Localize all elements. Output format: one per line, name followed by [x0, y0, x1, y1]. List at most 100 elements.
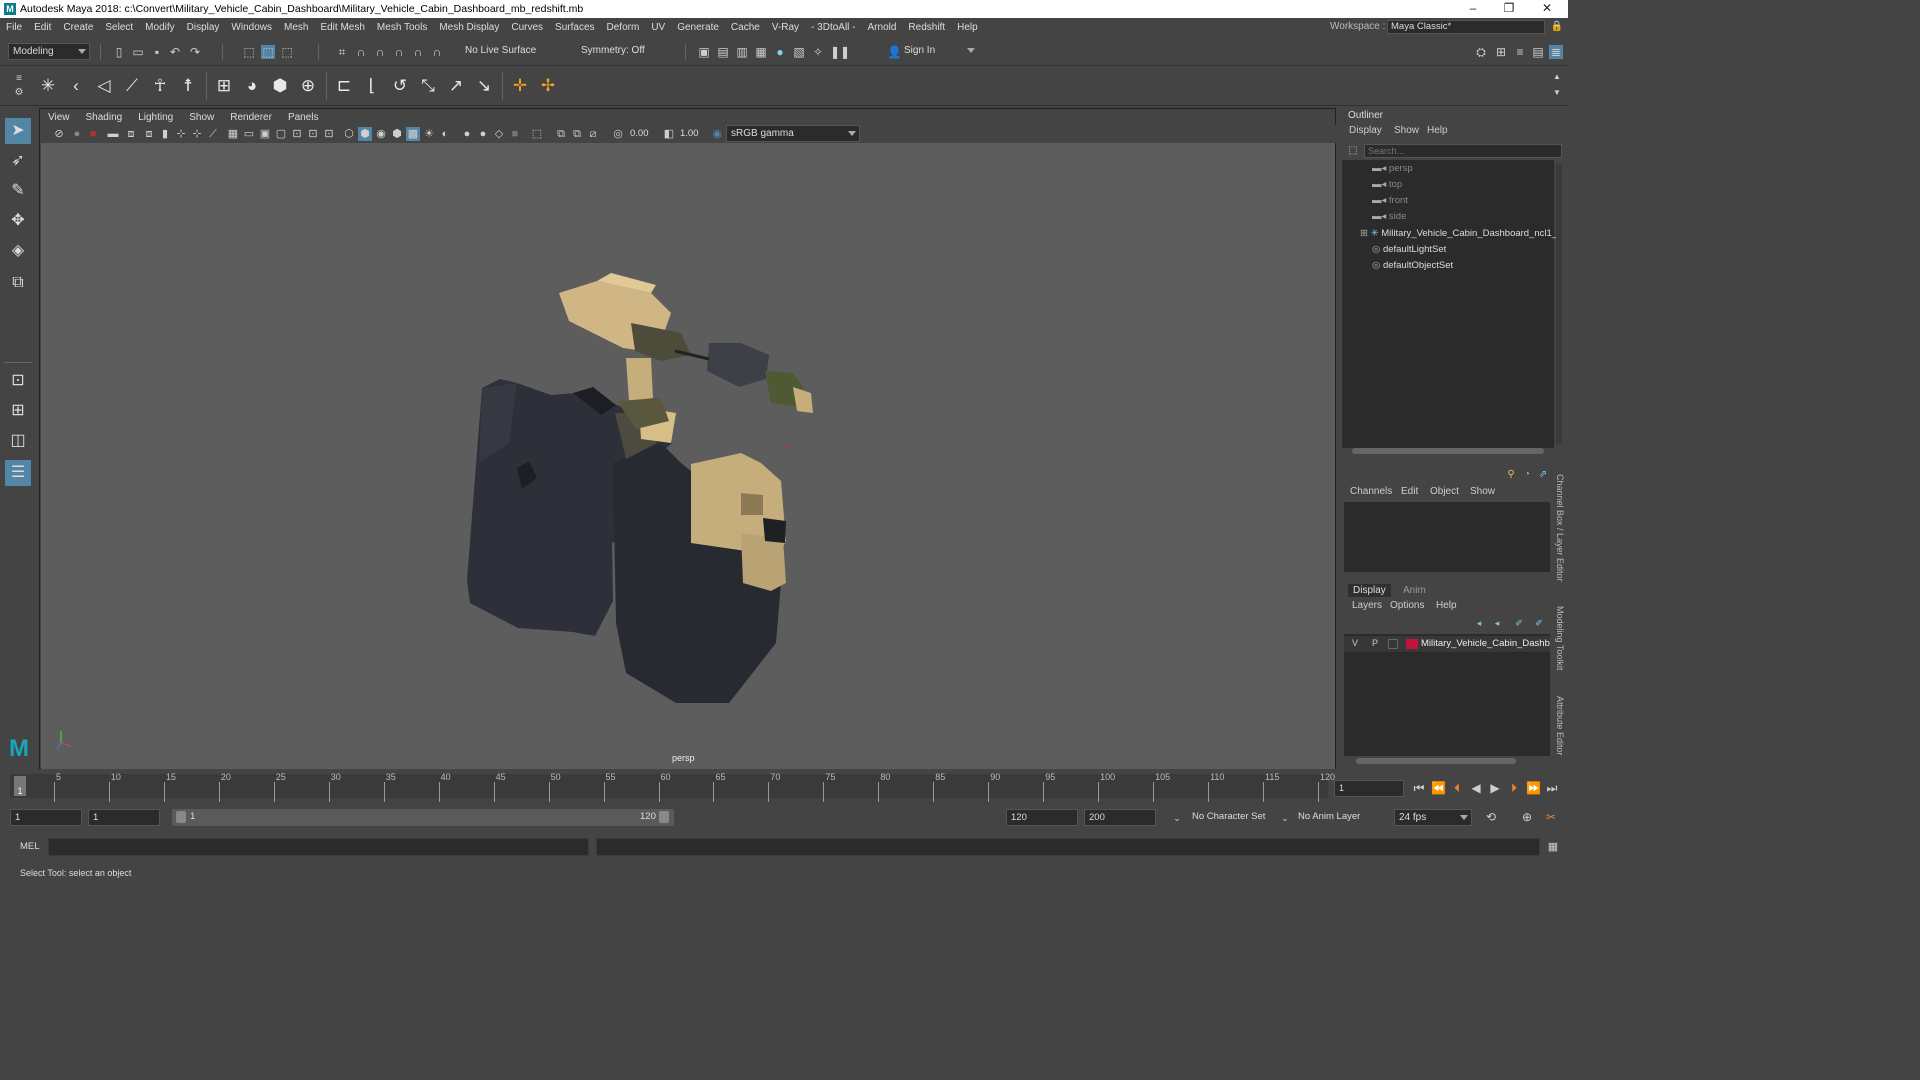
panel-menu-show[interactable]: Show [181, 112, 222, 123]
range-end-handle[interactable] [659, 811, 669, 823]
symmetry-dropdown[interactable]: Symmetry: Off [577, 43, 655, 60]
3d-viewport[interactable]: persp [41, 143, 1335, 769]
character-set-arrow-icon[interactable]: ⌄ [1170, 811, 1184, 825]
time-slider[interactable]: 5 10 15 20 25 30 35 40 45 50 55 60 65 70 75 80 85 90 95 100… [0, 770, 1568, 802]
lock-icon[interactable]: 🔒 [1550, 20, 1564, 34]
humanik-icon[interactable]: ☥ [148, 74, 172, 98]
menu-select[interactable]: Select [99, 22, 139, 33]
anim-layer-arrow-icon[interactable]: ⌄ [1278, 811, 1292, 825]
field-chart-icon[interactable]: ▭ [242, 127, 256, 141]
move-tool-icon[interactable]: ✥ [5, 208, 31, 234]
undo-icon[interactable]: ↶ [168, 45, 182, 59]
expand-icon[interactable]: ⊞ [1360, 228, 1368, 239]
depth-of-field-icon[interactable]: ◇ [492, 127, 506, 141]
outliner-item-dashboard[interactable]: ⊞ ✳ Military_Vehicle_Cabin_Dashboard_ncl… [1360, 227, 1557, 241]
outliner-item-default-light-set[interactable]: ◎ defaultLightSet [1372, 243, 1446, 257]
layer-tab-display[interactable]: Display [1348, 584, 1391, 597]
menu-cache[interactable]: Cache [725, 22, 766, 33]
panel-menu-view[interactable]: View [40, 112, 78, 123]
camera-attributes-icon[interactable]: ■ [86, 127, 100, 141]
constraint-parent-icon[interactable]: ⊏ [332, 74, 356, 98]
wireframe-icon[interactable]: ⬡ [342, 127, 356, 141]
shelf-scroll-down-icon[interactable]: ▼ [1550, 86, 1564, 100]
select-tool-icon[interactable]: ➤ [5, 118, 31, 144]
wrinkle-icon[interactable]: ✢ [536, 74, 560, 98]
script-editor-icon[interactable]: ▦ [1546, 840, 1560, 854]
new-scene-icon[interactable]: ▯ [112, 45, 126, 59]
rotate-tool-icon[interactable]: ◈ [5, 238, 31, 264]
color-management-icon[interactable]: ◉ [710, 127, 724, 141]
motion-blur-icon[interactable]: ● [460, 127, 474, 141]
layer-name[interactable]: Military_Vehicle_Cabin_Dashb [1421, 638, 1550, 649]
outliner-filter-icon[interactable]: ⬚ [1346, 144, 1360, 158]
render-settings-icon[interactable]: ▣ [697, 45, 711, 59]
use-all-lights-icon[interactable]: ▩ [406, 127, 420, 141]
side-tab-channel-box[interactable]: Channel Box / Layer Editor [1555, 474, 1565, 582]
layer-color-swatch[interactable] [1406, 639, 1418, 649]
go-to-start-icon[interactable]: ⏮ [1412, 781, 1426, 795]
film-gate-icon[interactable]: ⊹ [190, 127, 204, 141]
channel-menu-object[interactable]: Object [1430, 486, 1459, 497]
select-by-component-icon[interactable]: ⬚ [280, 45, 294, 59]
locator-icon[interactable]: ✳ [36, 74, 60, 98]
move-layer-down-icon[interactable]: ◂ [1490, 616, 1504, 630]
open-scene-icon[interactable]: ▭ [131, 45, 145, 59]
wireframe-on-shaded-icon[interactable]: ◉ [374, 127, 388, 141]
step-back-key-icon[interactable]: ⏪ [1431, 781, 1446, 795]
lock-camera-icon[interactable]: ● [70, 127, 84, 141]
channel-icon-1[interactable]: ⚲ [1504, 468, 1518, 482]
save-scene-icon[interactable]: ▪ [150, 45, 164, 59]
safe-title-icon[interactable]: ▢ [274, 127, 288, 141]
menu-modify[interactable]: Modify [139, 22, 180, 33]
menu-curves[interactable]: Curves [505, 22, 549, 33]
panel-menu-lighting[interactable]: Lighting [130, 112, 181, 123]
exposure-icon[interactable]: ◎ [611, 127, 625, 141]
panel-menu-shading[interactable]: Shading [78, 112, 131, 123]
shelf-scroll-up-icon[interactable]: ▲ [1550, 70, 1564, 84]
isolate-select-icon[interactable]: ⬚ [530, 127, 544, 141]
menu-redshift[interactable]: Redshift [902, 22, 951, 33]
layer-menu-layers[interactable]: Layers [1352, 600, 1382, 611]
anti-alias-icon[interactable]: ● [476, 127, 490, 141]
maximize-button[interactable]: ❐ [1492, 0, 1526, 18]
snap-curve-icon[interactable]: ∩ [354, 45, 368, 59]
select-camera-icon[interactable]: ⊘ [52, 127, 66, 141]
menu-3dtoall[interactable]: - 3DtoAll - [805, 22, 861, 33]
current-frame-field[interactable]: 1 [1334, 780, 1404, 797]
exposure-field[interactable]: 0.00 [626, 126, 662, 143]
layer-visibility-toggle[interactable]: V [1352, 638, 1358, 648]
range-start-handle[interactable] [176, 811, 186, 823]
time-ruler[interactable]: 5 10 15 20 25 30 35 40 45 50 55 60 65 70 75 80 85 90 95 100… [10, 772, 1335, 802]
snap-surface-icon[interactable]: ∩ [430, 45, 444, 59]
play-backward-icon[interactable]: ◀ [1469, 781, 1483, 795]
menu-file[interactable]: File [0, 22, 28, 33]
live-surface-field[interactable]: No Live Surface [461, 43, 545, 60]
outliner-layout-icon[interactable]: ☰ [5, 460, 31, 486]
gamma-icon[interactable]: ◧ [662, 127, 676, 141]
redo-icon[interactable]: ↷ [188, 45, 202, 59]
scale-tool-icon[interactable]: ⧉ [5, 270, 31, 296]
constraint-orient-icon[interactable]: ↺ [388, 74, 412, 98]
wire-icon[interactable]: ✛ [508, 74, 532, 98]
paint-select-icon[interactable]: ✎ [5, 178, 31, 204]
channel-menu-channels[interactable]: Channels [1350, 486, 1392, 497]
outliner-item-side[interactable]: ▬◂ side [1372, 210, 1406, 224]
new-layer-selected-icon[interactable]: ✐ [1532, 616, 1546, 630]
menu-windows[interactable]: Windows [225, 22, 278, 33]
channel-menu-show[interactable]: Show [1470, 486, 1495, 497]
move-layer-up-icon[interactable]: ◂ [1472, 616, 1486, 630]
outliner-item-default-object-set[interactable]: ◎ defaultObjectSet [1372, 259, 1453, 273]
menu-help[interactable]: Help [951, 22, 984, 33]
playback-end-field[interactable]: 120 [1006, 809, 1078, 826]
2d-pan-zoom-icon[interactable]: ⧈ [142, 127, 156, 141]
loop-icon[interactable]: ⟲ [1484, 810, 1498, 824]
gamma-field[interactable]: 1.00 [676, 126, 712, 143]
panel-menu-renderer[interactable]: Renderer [222, 112, 280, 123]
four-pane-layout-icon[interactable]: ⊞ [5, 398, 31, 424]
shelf-menu-icon[interactable]: ≡ [12, 72, 26, 86]
play-forward-icon[interactable]: ▶ [1488, 781, 1502, 795]
layer-playback-toggle[interactable]: P [1372, 638, 1378, 648]
layer-menu-options[interactable]: Options [1390, 600, 1424, 611]
resolution-gate-icon[interactable]: ⟋ [206, 127, 220, 141]
current-time-marker[interactable]: 1 [14, 776, 26, 796]
